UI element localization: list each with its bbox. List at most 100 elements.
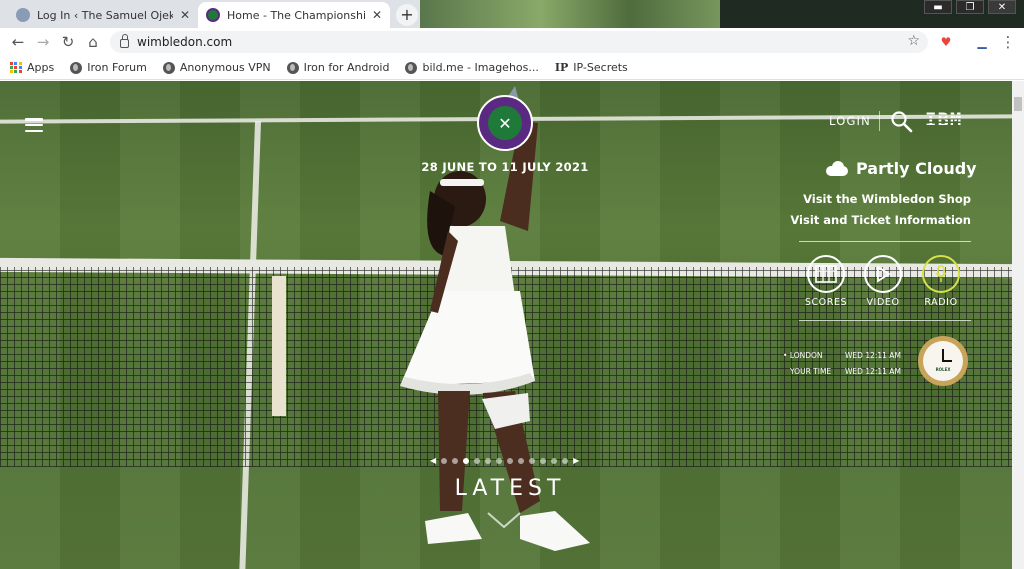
carousel-dot[interactable] [441, 457, 448, 464]
bookmark-apps[interactable]: Apps [10, 61, 54, 74]
hamburger-menu-icon[interactable] [25, 118, 43, 132]
scores-label: SCORES [804, 297, 848, 308]
tab-strip-background [420, 0, 720, 28]
clock-brand: ROLEX [935, 367, 951, 372]
carousel-indicator: ◀ ▶ [430, 456, 579, 465]
scores-icon [807, 255, 845, 293]
divider-line [799, 241, 971, 242]
latest-heading[interactable]: LATEST [420, 476, 600, 501]
ticket-info-link[interactable]: Visit and Ticket Information [790, 213, 971, 227]
partly-cloudy-icon [826, 160, 850, 177]
menu-button[interactable]: ⋮ [998, 32, 1018, 52]
carousel-dot[interactable] [551, 457, 558, 464]
browser-toolbar: ← → ↻ ⌂ wimbledon.com ☆ ♥ ▁ ⋮ [0, 28, 1024, 56]
carousel-dot[interactable] [485, 457, 492, 464]
bookmark-ip-secrets[interactable]: IP IP-Secrets [555, 61, 628, 74]
london-time-row: • LONDON WED 12:11 AM [783, 348, 901, 364]
carousel-dot[interactable] [452, 457, 459, 464]
video-button[interactable]: VIDEO [853, 255, 913, 308]
radio-label: RADIO [924, 297, 958, 308]
url-text: wimbledon.com [137, 35, 233, 49]
login-link[interactable]: LOGIN [829, 114, 871, 128]
carousel-dot[interactable] [540, 457, 547, 464]
tab-close-icon[interactable]: ✕ [180, 8, 190, 22]
header-divider [879, 111, 880, 131]
bookmark-label: Anonymous VPN [179, 61, 271, 74]
tab-wimbledon[interactable]: Home - The Championships, Wimbledon ✕ [198, 2, 390, 28]
home-button[interactable]: ⌂ [83, 32, 103, 52]
bookmark-label: Iron Forum [87, 61, 147, 74]
address-bar[interactable]: wimbledon.com ☆ [110, 31, 928, 53]
carousel-dot-active[interactable] [463, 457, 470, 464]
carousel-dot[interactable] [562, 457, 569, 464]
rolex-clock-icon[interactable]: ROLEX [918, 336, 968, 386]
tab-strip: Log In ‹ The Samuel Ojekwe Blog ✕ Home -… [0, 0, 1024, 28]
bookmark-star-icon[interactable]: ☆ [907, 33, 920, 49]
chevron-down-icon[interactable] [486, 511, 522, 531]
new-tab-button[interactable]: + [396, 4, 418, 26]
your-time: WED 12:11 AM [845, 367, 901, 376]
clock-face: ROLEX [923, 341, 963, 381]
ibm-logo[interactable]: IBM [925, 109, 962, 131]
blog-favicon-icon [16, 8, 30, 22]
bookmark-iron-forum[interactable]: Iron Forum [70, 61, 147, 74]
carousel-dot[interactable] [529, 457, 536, 464]
window-controls: ▬ ❐ ✕ [924, 0, 1016, 14]
scrollbar-thumb[interactable] [1014, 97, 1022, 111]
carousel-next-icon[interactable]: ▶ [573, 456, 579, 465]
tab-samuel-blog[interactable]: Log In ‹ The Samuel Ojekwe Blog ✕ [8, 2, 198, 28]
wimbledon-hero: ✕ 28 JUNE TO 11 JULY 2021 LOGIN IBM Part… [0, 81, 1012, 569]
ip-icon: IP [554, 61, 569, 74]
carousel-prev-icon[interactable]: ◀ [430, 456, 436, 465]
carousel-dot[interactable] [474, 457, 481, 464]
tab-close-icon[interactable]: ✕ [372, 8, 382, 22]
close-window-button[interactable]: ✕ [988, 0, 1016, 14]
london-label: LONDON [789, 351, 823, 360]
reload-button[interactable]: ↻ [58, 32, 78, 52]
globe-icon [162, 61, 175, 74]
bookmark-anonymous-vpn[interactable]: Anonymous VPN [162, 61, 271, 74]
video-label: VIDEO [866, 297, 900, 308]
bookmarks-bar: Apps Iron Forum Anonymous VPN Iron for A… [0, 56, 1024, 80]
minimize-button[interactable]: ▬ [924, 0, 952, 14]
bullet: • [783, 351, 788, 360]
your-time-row: YOUR TIME WED 12:11 AM [783, 364, 901, 380]
your-time-label: YOUR TIME [790, 367, 832, 376]
bookmark-label: Apps [27, 61, 55, 74]
bookmark-label: IP-Secrets [573, 61, 628, 74]
back-button[interactable]: ← [8, 32, 28, 52]
divider-line [799, 320, 971, 321]
radio-button[interactable]: RADIO [911, 255, 971, 308]
bookmark-label: bild.me - Imagehos... [422, 61, 539, 74]
globe-icon [405, 61, 418, 74]
page-scrollbar[interactable] [1012, 81, 1024, 569]
search-icon[interactable] [889, 109, 913, 133]
crossed-rackets-icon: ✕ [488, 106, 522, 140]
carousel-dot[interactable] [518, 457, 525, 464]
microphone-icon [922, 255, 960, 293]
london-time: WED 12:11 AM [845, 351, 901, 360]
restore-button[interactable]: ❐ [956, 0, 984, 14]
championship-dates: 28 JUNE TO 11 JULY 2021 [421, 160, 589, 174]
wimbledon-logo[interactable]: ✕ [477, 95, 533, 151]
tab-title: Log In ‹ The Samuel Ojekwe Blog [37, 8, 173, 22]
shop-link[interactable]: Visit the Wimbledon Shop [803, 192, 971, 206]
extension-heart-icon[interactable]: ♥ [938, 34, 954, 50]
scores-button[interactable]: SCORES [796, 255, 856, 308]
carousel-dot[interactable] [496, 457, 503, 464]
extension-profile-icon[interactable]: ▁ [974, 34, 990, 50]
bookmark-iron-for-android[interactable]: Iron for Android [286, 61, 389, 74]
apps-grid-icon [10, 61, 22, 74]
tab-title: Home - The Championships, Wimbledon [227, 8, 365, 22]
weather-text: Partly Cloudy [856, 159, 977, 178]
carousel-dot[interactable] [507, 457, 514, 464]
weather-widget: Partly Cloudy [826, 159, 977, 178]
globe-icon [70, 61, 83, 74]
forward-button[interactable]: → [33, 32, 53, 52]
time-display: • LONDON WED 12:11 AM YOUR TIME WED 12:1… [783, 348, 901, 380]
globe-icon [286, 61, 299, 74]
play-icon [864, 255, 902, 293]
lock-icon[interactable] [120, 34, 129, 48]
wimbledon-favicon-icon [206, 8, 220, 22]
bookmark-bild-me[interactable]: bild.me - Imagehos... [405, 61, 539, 74]
